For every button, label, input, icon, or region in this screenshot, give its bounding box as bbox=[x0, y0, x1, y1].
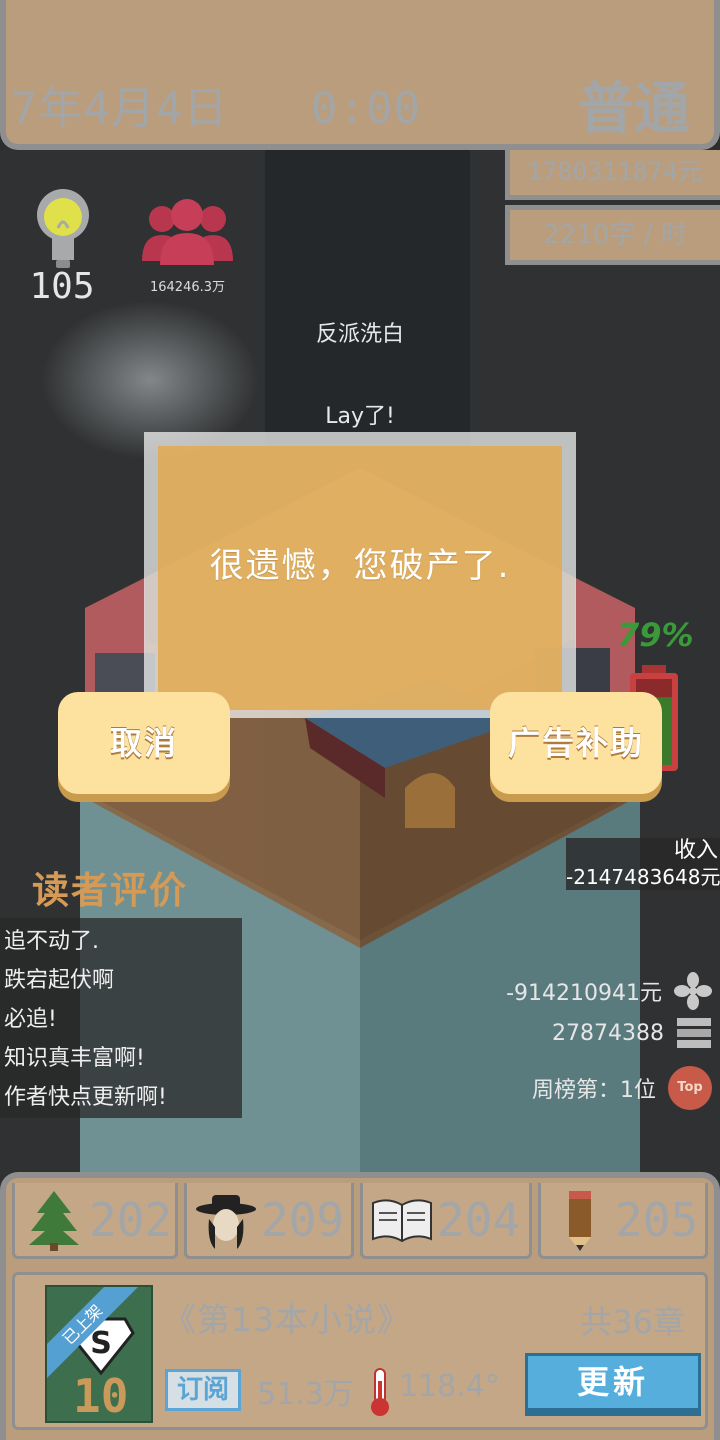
game-time: 0:00 bbox=[310, 83, 421, 134]
review-item: 必追! bbox=[4, 1007, 57, 1032]
book-stack-icon bbox=[677, 1018, 711, 1048]
book-title: 《第13本小说》 bbox=[163, 1300, 411, 1339]
stack-count-value: 27874388 bbox=[552, 1020, 664, 1046]
attr-detective-value: 209 bbox=[261, 1192, 345, 1247]
book-cover[interactable]: S 已上架 10 bbox=[45, 1285, 153, 1423]
attr-tree[interactable]: 202 bbox=[12, 1183, 178, 1259]
difficulty-mode: 普通 bbox=[578, 77, 690, 142]
fan-icon bbox=[674, 972, 712, 1010]
attr-detective[interactable]: 209 bbox=[184, 1183, 354, 1259]
stack-row: 27874388 bbox=[552, 1016, 712, 1050]
heat-value: 118.4° bbox=[399, 1369, 500, 1404]
rank-row: 周榜第：1位 Top bbox=[532, 1066, 712, 1110]
update-button[interactable]: 更新 bbox=[525, 1353, 701, 1411]
ad-subsidy-button[interactable]: 广告补助 bbox=[490, 692, 662, 794]
bankrupt-dialog: 很遗憾，您破产了. bbox=[158, 446, 562, 710]
attr-pencil-value: 205 bbox=[615, 1192, 699, 1247]
energy-percent: 79% bbox=[617, 616, 694, 654]
attr-book-value: 204 bbox=[437, 1192, 521, 1247]
cancel-button[interactable]: 取消 bbox=[58, 692, 230, 794]
top-badge-icon[interactable]: Top bbox=[668, 1066, 712, 1110]
review-item: 跌宕起伏啊 bbox=[4, 968, 115, 993]
news-line-2: Lay了! bbox=[325, 404, 395, 429]
subscribe-label: 订阅 bbox=[165, 1369, 241, 1411]
attr-tree-value: 202 bbox=[89, 1192, 173, 1247]
reviews-list: 追不动了. 跌宕起伏啊 必追! 知识真丰富啊! 作者快点更新啊! bbox=[0, 918, 242, 1118]
review-item: 作者快点更新啊! bbox=[4, 1085, 167, 1110]
income-value: -2147483648元 bbox=[566, 865, 720, 889]
reviews-title: 读者评价 bbox=[32, 869, 188, 912]
subscriber-count: 51.3万 bbox=[257, 1377, 354, 1412]
review-item: 知识真丰富啊! bbox=[4, 1046, 145, 1071]
tree-icon bbox=[29, 1190, 79, 1251]
fans-icon bbox=[142, 199, 233, 265]
current-book-row: S 已上架 10 《第13本小说》 共36章 订阅 51.3万 118.4° 更… bbox=[12, 1272, 708, 1430]
weekly-rank: 周榜第：1位 bbox=[532, 1078, 656, 1103]
money-display: 1780311874元 bbox=[505, 150, 720, 200]
attr-book[interactable]: 204 bbox=[360, 1183, 532, 1259]
review-item: 追不动了. bbox=[4, 929, 99, 954]
fans-value: 164246.3万 bbox=[149, 280, 226, 295]
writing-speed: 2210字 / 时 bbox=[505, 205, 720, 265]
dialog-message: 很遗憾，您破产了. bbox=[209, 546, 511, 586]
pencil-icon bbox=[569, 1190, 591, 1251]
news-line-1: 反派洗白 bbox=[315, 322, 404, 347]
income-panel: 收入 -2147483648元 bbox=[566, 838, 720, 890]
detective-icon bbox=[196, 1194, 256, 1249]
game-date: 7年4月4日 0:00 bbox=[11, 83, 421, 134]
fan-money-row: -914210941元 bbox=[506, 972, 712, 1010]
book-icon bbox=[372, 1198, 432, 1242]
fan-money-value: -914210941元 bbox=[506, 981, 662, 1006]
chapter-count: 共36章 bbox=[580, 1303, 685, 1341]
attr-pencil[interactable]: 205 bbox=[538, 1183, 708, 1259]
income-label: 收入 bbox=[673, 838, 718, 863]
book-level: 10 bbox=[73, 1369, 129, 1423]
top-status-bar: 7年4月4日 0:00 普通 bbox=[0, 0, 720, 150]
thermometer-icon bbox=[371, 1368, 389, 1416]
lightbulb-icon bbox=[37, 189, 89, 268]
inspiration-value: 105 bbox=[29, 266, 95, 307]
